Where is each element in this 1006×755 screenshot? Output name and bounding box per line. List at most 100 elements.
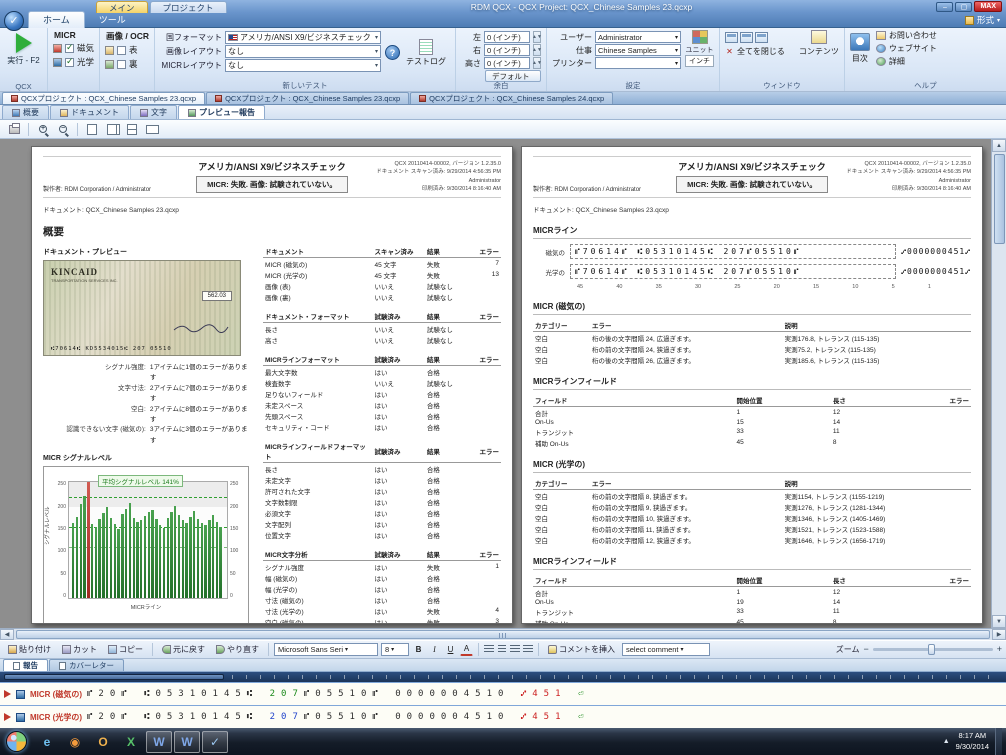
view-tab[interactable]: 文字 bbox=[130, 105, 177, 119]
checkbox[interactable] bbox=[65, 58, 74, 67]
marker-arrow-icon[interactable] bbox=[4, 713, 11, 721]
underline-button[interactable]: U bbox=[444, 643, 457, 656]
settings-dropdown[interactable]: Chinese Samples ▾ bbox=[595, 44, 681, 56]
scrollbar-thumb[interactable] bbox=[16, 630, 990, 639]
taskbar-app-icon[interactable]: X bbox=[118, 731, 144, 753]
margin-input[interactable]: 0 (インチ) bbox=[484, 44, 530, 56]
taskbar-app-icon[interactable]: e bbox=[34, 731, 60, 753]
start-button[interactable] bbox=[6, 731, 27, 752]
zoom-in-button[interactable]: + bbox=[997, 645, 1002, 654]
checkbox[interactable] bbox=[117, 60, 126, 69]
help-button[interactable]: ? bbox=[385, 45, 400, 60]
single-page-button[interactable] bbox=[84, 122, 100, 137]
unit-icon[interactable] bbox=[692, 30, 708, 44]
margin-input[interactable]: 0 (インチ) bbox=[484, 31, 530, 43]
thumbnail-view-button[interactable] bbox=[124, 122, 140, 137]
spinner-buttons[interactable]: ▲▼ bbox=[533, 57, 541, 69]
copy-button[interactable]: コピー bbox=[104, 642, 147, 657]
taskbar-app-icon[interactable]: O bbox=[90, 731, 116, 753]
font-size-select[interactable]: 8▾ bbox=[381, 643, 409, 656]
taskbar-app-icon[interactable]: W bbox=[174, 731, 200, 753]
taskbar-app-icon[interactable]: W bbox=[146, 731, 172, 753]
align-right-button[interactable] bbox=[510, 645, 520, 654]
checkbox[interactable] bbox=[65, 44, 74, 53]
insert-comment-button[interactable]: コメントを挿入 bbox=[544, 642, 619, 657]
app-logo-button[interactable]: ✓ bbox=[4, 11, 24, 31]
format-dropdown[interactable]: なし ▾ bbox=[225, 59, 381, 72]
two-page-button[interactable] bbox=[104, 122, 120, 137]
index-button[interactable]: 目次 bbox=[850, 30, 870, 67]
font-color-button[interactable]: A bbox=[460, 643, 473, 656]
scroll-left-arrow[interactable]: ◀ bbox=[0, 629, 14, 640]
redo-button[interactable]: やり直す bbox=[212, 642, 263, 657]
format-dropdown[interactable]: アメリカ/ANSI X9/ビジネスチェック ▾ bbox=[225, 31, 381, 44]
contents-button[interactable]: コンテンツ bbox=[799, 30, 839, 80]
bold-button[interactable]: B bbox=[412, 643, 425, 656]
image-option[interactable]: 表 bbox=[105, 44, 149, 56]
document-tab[interactable]: QCXプロジェクト : QCX_Chinese Samples 23.qcxp bbox=[206, 92, 409, 104]
format-dropdown[interactable]: なし ▾ bbox=[225, 45, 381, 58]
print-button[interactable] bbox=[6, 122, 22, 137]
marker-arrow-icon[interactable] bbox=[4, 690, 11, 698]
view-tab[interactable]: プレビュー報告 bbox=[178, 105, 265, 119]
undo-button[interactable]: 元に戻す bbox=[158, 642, 209, 657]
report-tab[interactable]: 報告 bbox=[3, 659, 48, 671]
zoom-out-button[interactable]: − bbox=[55, 122, 71, 137]
show-hidden-icons[interactable]: ▲ bbox=[943, 738, 950, 745]
tile-vertical-icon[interactable] bbox=[755, 32, 768, 43]
vertical-scrollbar[interactable]: ▲ ▼ bbox=[991, 139, 1006, 628]
ribbon-tab[interactable]: ツール bbox=[85, 12, 140, 28]
zoom-in-button[interactable]: + bbox=[35, 122, 51, 137]
scrollbar-thumb[interactable] bbox=[994, 154, 1005, 244]
test-log-button[interactable]: テストログ bbox=[406, 39, 446, 67]
taskbar-clock[interactable]: 8:17 AM 9/30/2014 bbox=[956, 731, 989, 752]
view-tab[interactable]: 概要 bbox=[2, 105, 49, 119]
help-menu-item[interactable]: 詳細 bbox=[876, 56, 937, 67]
zoom-out-button[interactable]: − bbox=[863, 645, 868, 654]
italic-button[interactable]: I bbox=[428, 643, 441, 656]
row-status-icon[interactable] bbox=[16, 690, 25, 699]
cascade-windows-icon[interactable] bbox=[725, 32, 738, 43]
format-menu-button[interactable]: 形式 ▾ bbox=[965, 14, 1000, 28]
settings-dropdown[interactable]: ▾ bbox=[595, 57, 681, 69]
image-option[interactable]: 裏 bbox=[105, 58, 149, 70]
navigator-thumb[interactable] bbox=[4, 674, 224, 680]
micr-option[interactable]: 光学 bbox=[53, 56, 94, 68]
view-tab[interactable]: ドキュメント bbox=[50, 105, 129, 119]
run-button[interactable]: 実行 - F2 bbox=[5, 33, 42, 66]
align-center-button[interactable] bbox=[498, 645, 506, 654]
ribbon-tab[interactable]: ホーム bbox=[28, 11, 85, 28]
document-tab[interactable]: QCXプロジェクト : QCX_Chinese Samples 23.qcxp bbox=[2, 92, 205, 104]
micr-navigator-strip[interactable] bbox=[0, 672, 1006, 682]
close-all-button[interactable]: ✕ 全てを閉じる bbox=[725, 46, 785, 57]
tile-horizontal-icon[interactable] bbox=[740, 32, 753, 43]
scroll-right-arrow[interactable]: ▶ bbox=[992, 629, 1006, 640]
help-menu-item[interactable]: お問い合わせ bbox=[876, 30, 937, 41]
zoom-slider[interactable] bbox=[873, 648, 993, 651]
report-tab[interactable]: カバーレター bbox=[49, 659, 124, 671]
align-left-button[interactable] bbox=[484, 645, 494, 654]
font-family-select[interactable]: Microsoft Sans Seri▾ bbox=[274, 643, 378, 656]
align-justify-button[interactable] bbox=[523, 645, 533, 654]
document-tab[interactable]: QCXプロジェクト : QCX_Chinese Samples 24.qcxp bbox=[410, 92, 613, 104]
spinner-buttons[interactable]: ▲▼ bbox=[533, 44, 541, 56]
menu-top-tab[interactable]: プロジェクト bbox=[150, 1, 227, 13]
margin-input[interactable]: 0 (インチ) bbox=[484, 57, 530, 69]
unit-value[interactable]: インチ bbox=[685, 55, 714, 67]
paste-button[interactable]: 貼り付け bbox=[4, 642, 55, 657]
row-status-icon[interactable] bbox=[16, 713, 25, 722]
spinner-buttons[interactable]: ▲▼ bbox=[533, 31, 541, 43]
scroll-up-arrow[interactable]: ▲ bbox=[992, 139, 1006, 152]
maximize-button[interactable]: ▢ bbox=[955, 2, 972, 12]
settings-dropdown[interactable]: Administrator ▾ bbox=[595, 31, 681, 43]
comment-select[interactable]: select comment▾ bbox=[622, 643, 710, 656]
zoom-slider-thumb[interactable] bbox=[928, 644, 935, 655]
taskbar-app-icon[interactable]: ✓ bbox=[202, 731, 228, 753]
minimize-button[interactable]: – bbox=[936, 2, 953, 12]
fit-width-button[interactable] bbox=[144, 122, 160, 137]
cut-button[interactable]: カット bbox=[58, 642, 101, 657]
taskbar-app-icon[interactable]: ◉ bbox=[62, 731, 88, 753]
micr-option[interactable]: 磁気 bbox=[53, 42, 94, 54]
checkbox[interactable] bbox=[117, 46, 126, 55]
horizontal-scrollbar[interactable]: ◀ ▶ bbox=[0, 628, 1006, 640]
